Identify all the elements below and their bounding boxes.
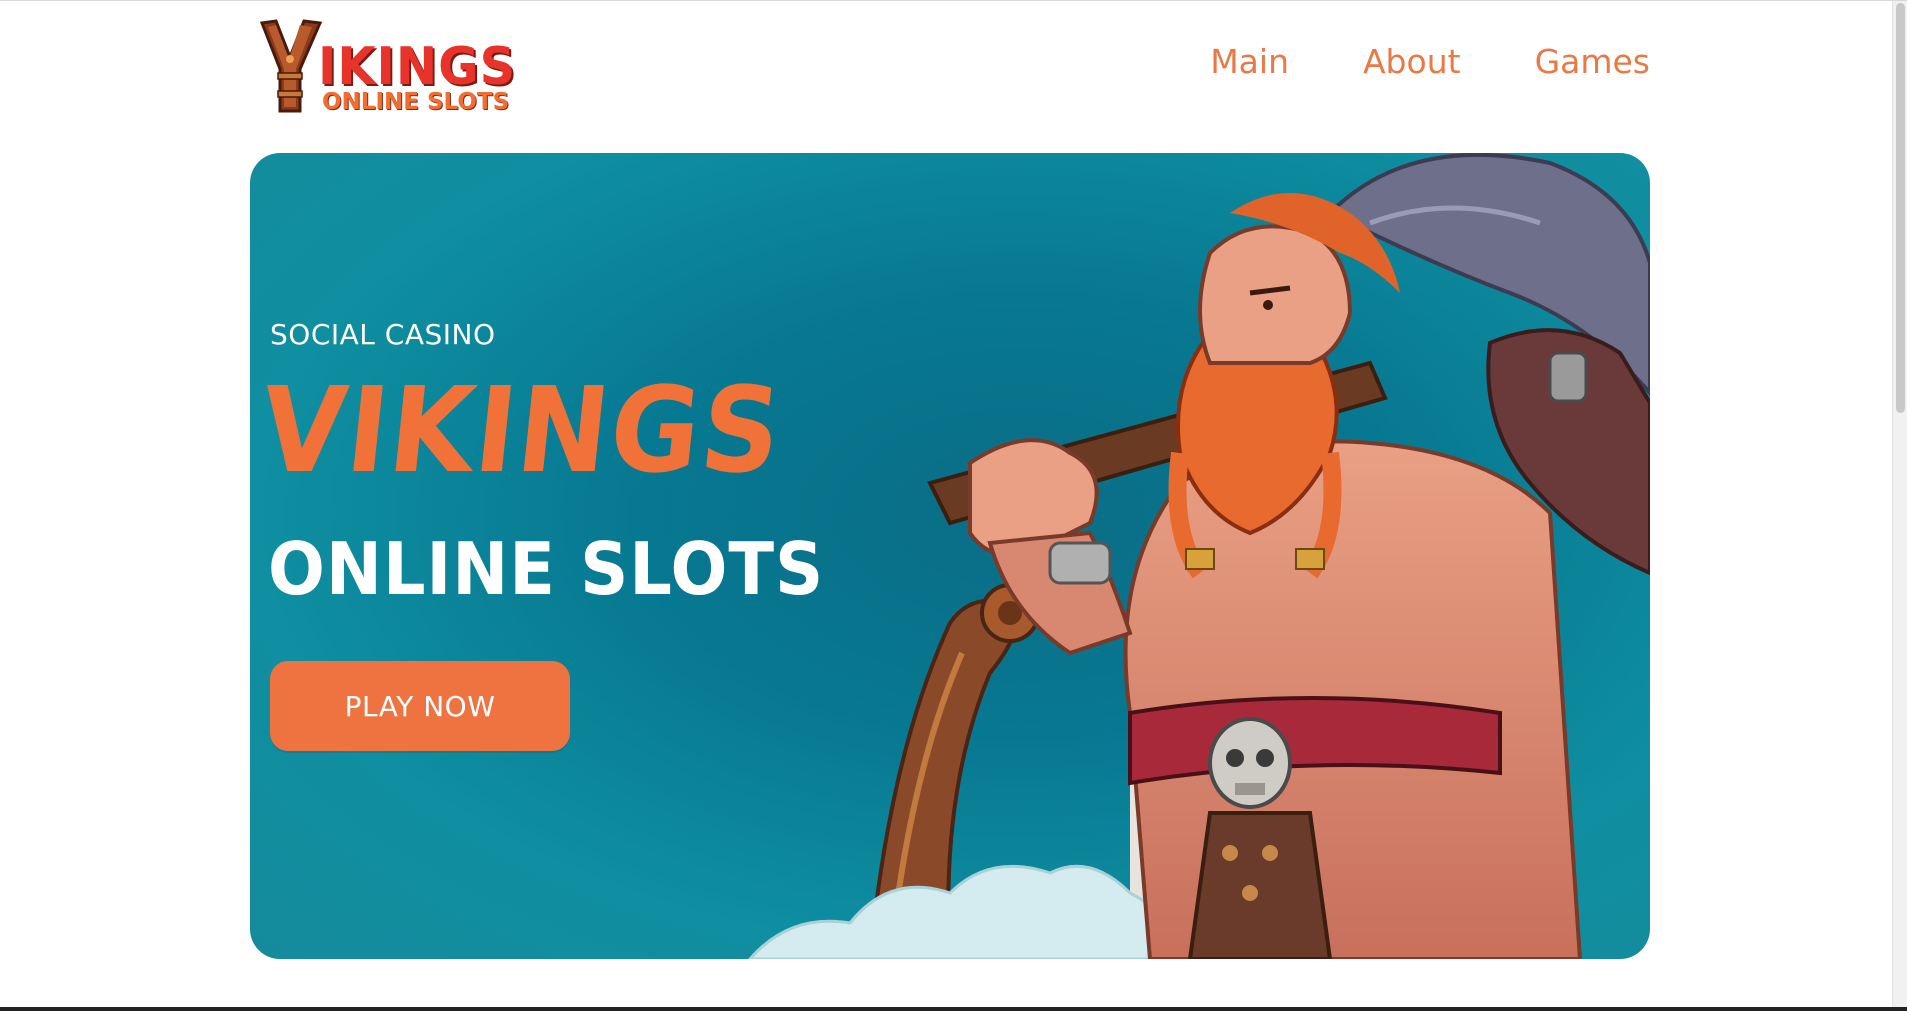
nav-link-about[interactable]: About xyxy=(1363,45,1461,78)
logo-wordmark: IKINGS xyxy=(318,37,517,97)
site-header: IKINGS ONLINE SLOTS Main About Games xyxy=(250,1,1650,151)
play-now-button[interactable]: PLAY NOW xyxy=(270,661,570,751)
logo-y-totem-icon xyxy=(259,19,323,113)
main-nav: Main About Games xyxy=(1210,45,1650,78)
viking-head xyxy=(1198,224,1353,365)
page: IKINGS ONLINE SLOTS Main About Games SOC… xyxy=(0,0,1907,1011)
skull-buckle-icon xyxy=(1208,717,1292,809)
hero-kicker: SOCIAL CASINO xyxy=(270,318,496,351)
wave xyxy=(748,864,1192,959)
hero-banner: SOCIAL CASINO VIKINGS ONLINE SLOTS PLAY … xyxy=(250,153,1650,959)
site-logo[interactable]: IKINGS ONLINE SLOTS xyxy=(256,19,536,119)
logo-subtitle: ONLINE SLOTS xyxy=(322,89,510,115)
nav-link-main[interactable]: Main xyxy=(1210,45,1289,78)
bottom-edge xyxy=(0,1007,1907,1011)
nav-link-games[interactable]: Games xyxy=(1535,45,1650,78)
page-scrollbar[interactable] xyxy=(1892,1,1907,1008)
hero-subtitle: ONLINE SLOTS xyxy=(268,527,825,611)
hero-title: VIKINGS xyxy=(254,361,790,499)
scrollbar-thumb[interactable] xyxy=(1896,3,1905,413)
